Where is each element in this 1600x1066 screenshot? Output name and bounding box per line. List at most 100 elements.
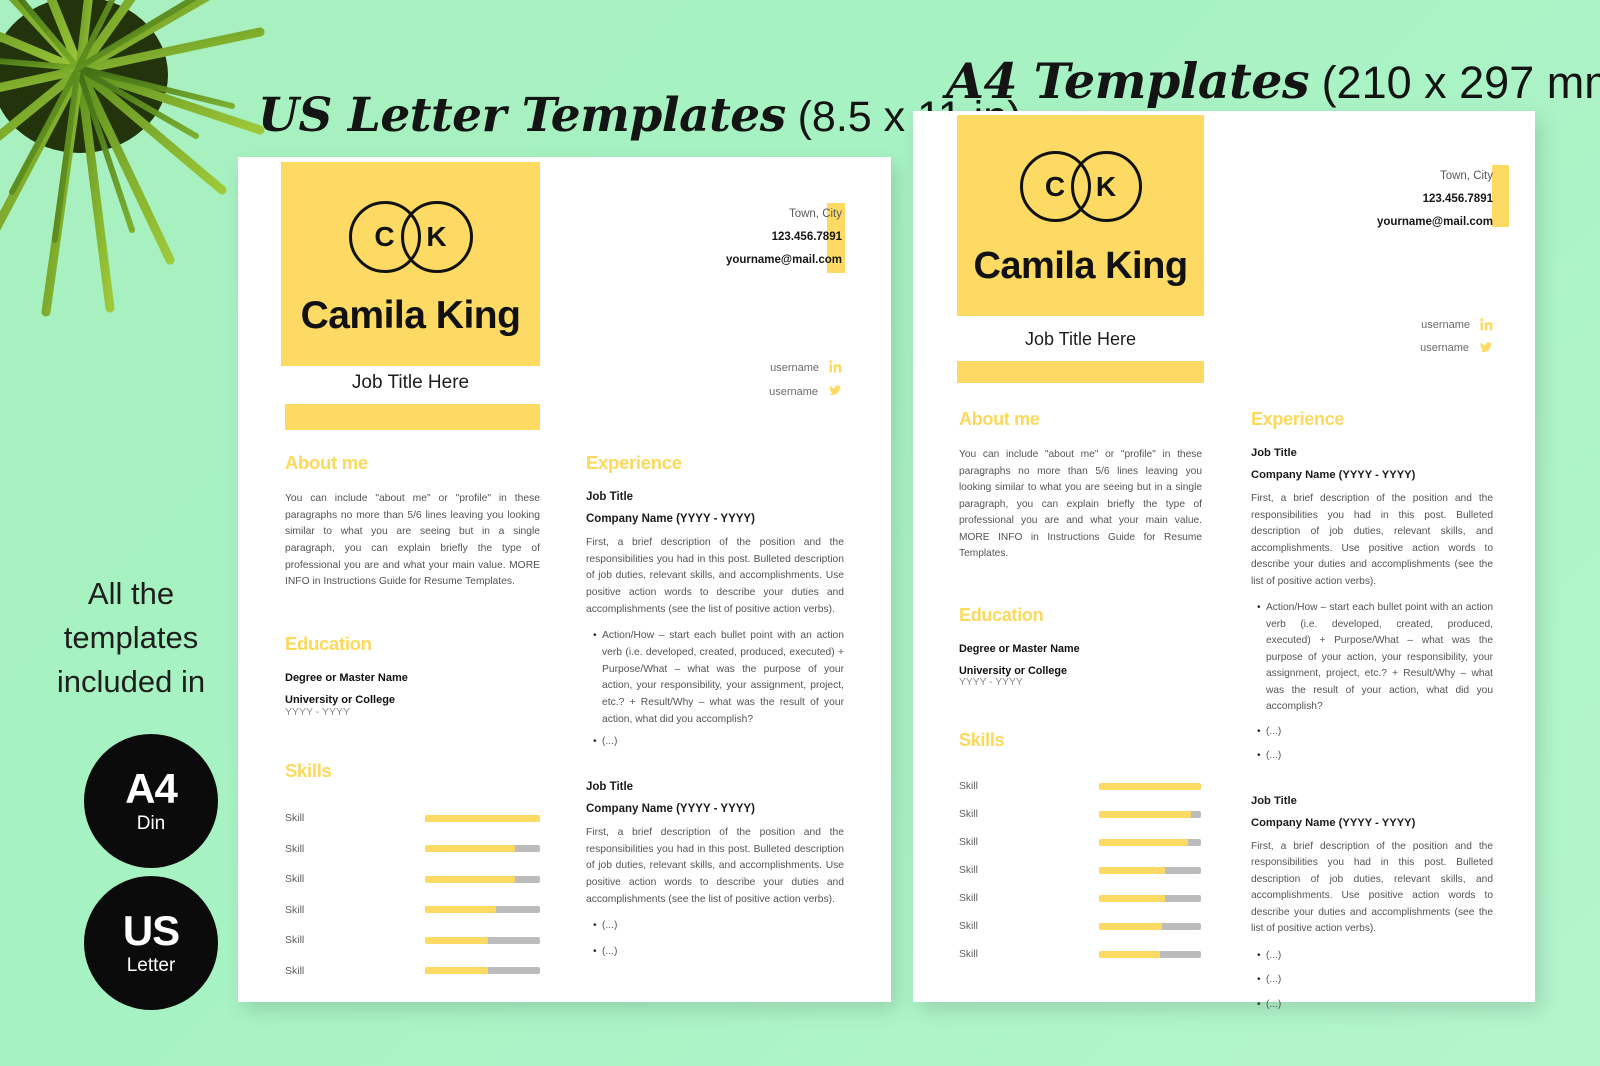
skill-bar-fill — [425, 875, 515, 883]
social-row-linkedin[interactable]: username — [769, 356, 842, 380]
education-degree: Degree or Master Name — [959, 642, 1080, 655]
twitter-icon[interactable] — [828, 384, 842, 400]
skill-bar-track — [1099, 922, 1201, 930]
skill-row: Skill — [285, 934, 540, 946]
contact-phone[interactable]: 123.456.7891 — [726, 226, 842, 249]
education-years: YYYY - YYYY — [285, 706, 350, 719]
accent-bar — [957, 361, 1204, 383]
skill-bar-fill — [1099, 950, 1161, 958]
a4-resume-page: C K Camila King Job Title Here Town, Cit… — [913, 111, 1535, 1013]
experience-2-bullet-3: (...) — [1257, 997, 1493, 1014]
skill-label: Skill — [959, 780, 978, 792]
contact-phone[interactable]: 123.456.7891 — [1377, 188, 1493, 211]
skill-bar-fill — [1099, 810, 1191, 818]
skill-bar-fill — [425, 967, 489, 975]
skill-label: Skill — [959, 948, 978, 960]
experience-1-bullet-1: Action/How – start each bullet point wit… — [1257, 600, 1493, 716]
resume-job-title: Job Title Here — [1024, 329, 1137, 349]
badge-a4-title: A4 — [125, 764, 178, 812]
skill-bar-track — [425, 875, 540, 883]
section-title-experience: Experience — [586, 452, 682, 473]
format-badges: A4 Din US Letter — [84, 734, 218, 1018]
education-years: YYYY - YYYY — [959, 676, 1023, 688]
section-title-education: Education — [959, 604, 1044, 625]
skill-label: Skill — [285, 964, 305, 977]
skill-bar-fill — [425, 936, 489, 944]
skill-bar-track — [1099, 894, 1201, 902]
social-row-twitter[interactable]: username — [1420, 337, 1493, 360]
a4-heading: A4 Templates (210 x 297 mm) — [946, 52, 1600, 110]
experience-1-bullets: Action/How – start each bullet point wit… — [1257, 600, 1493, 765]
resume-name: Camila King — [300, 294, 521, 337]
twitter-icon[interactable] — [1479, 341, 1493, 357]
experience-2-bullet-2: (...) — [1257, 972, 1493, 989]
skill-label: Skill — [959, 864, 978, 876]
linkedin-icon[interactable] — [829, 360, 842, 376]
contact-location: Town, City — [788, 208, 842, 220]
skill-row: Skill — [959, 837, 1202, 848]
skill-bar-track — [425, 845, 540, 853]
us-left-column: About me You can include "about me" or "… — [285, 452, 540, 995]
experience-1-bullet-3: (...) — [1257, 748, 1493, 765]
skill-label: Skill — [285, 903, 305, 916]
a4-right-column: Experience Job Title Company Name (YYYY … — [1251, 409, 1493, 1013]
skill-bar-track — [1099, 950, 1201, 958]
social-links: username username — [769, 356, 842, 404]
badge-a4-subtitle: Din — [136, 812, 166, 834]
badge-a4: A4 Din — [84, 734, 218, 868]
experience-2-bullets: (...) (...) — [593, 918, 844, 961]
linkedin-icon[interactable] — [1480, 317, 1493, 334]
skill-row: Skill — [285, 812, 540, 824]
experience-2-company: Company Name (YYYY - YYYY) — [586, 803, 755, 816]
experience-2-bullet-2: (...) — [593, 944, 844, 961]
social-row-linkedin[interactable]: username — [1420, 314, 1493, 337]
social-row-twitter[interactable]: username — [769, 380, 842, 404]
monogram-logo: C K — [957, 151, 1204, 222]
skill-label: Skill — [285, 842, 305, 855]
contact-email[interactable]: yourname@mail.com — [726, 249, 842, 272]
linkedin-username: username — [770, 362, 819, 374]
contact-email[interactable]: yourname@mail.com — [1377, 211, 1493, 234]
social-links: username username — [1420, 314, 1493, 360]
skill-bar-fill — [1099, 782, 1201, 790]
experience-1-job-title: Job Title — [1251, 447, 1297, 459]
a4-heading-dims: (210 x 297 mm) — [1321, 57, 1600, 108]
us-right-column: Experience Job Title Company Name (YYYY … — [586, 452, 844, 961]
skill-row: Skill — [285, 904, 540, 916]
experience-2-bullet-1: (...) — [593, 918, 844, 935]
experience-1-bullet-2: (...) — [1257, 724, 1493, 741]
skill-row: Skill — [285, 873, 540, 885]
contact-location: Town, City — [1439, 170, 1493, 182]
monogram-letter-k: K — [1070, 151, 1142, 222]
experience-1-description: First, a brief description of the positi… — [586, 537, 844, 615]
skill-row: Skill — [959, 949, 1202, 960]
badge-us-title: US — [122, 906, 180, 954]
skill-bar-track — [425, 967, 540, 975]
skill-label: Skill — [959, 920, 978, 932]
skill-bar-track — [1099, 810, 1201, 818]
us-skills-list: Skill Skill Skill Skill Skill Skill — [285, 812, 540, 977]
resume-name: Camila King — [973, 245, 1188, 287]
experience-2-job-title: Job Title — [586, 781, 634, 794]
experience-1-bullets: Action/How – start each bullet point wit… — [593, 628, 844, 751]
skill-row: Skill — [959, 865, 1202, 876]
education-school: University or College — [959, 664, 1068, 677]
contact-accent-tab — [1492, 165, 1509, 227]
section-title-skills: Skills — [959, 729, 1005, 750]
skill-bar-track — [425, 936, 540, 944]
skill-bar-track — [1099, 838, 1201, 846]
us-letter-heading-script: US Letter Templates — [258, 88, 786, 143]
experience-1-company: Company Name (YYYY - YYYY) — [586, 513, 755, 525]
experience-2-bullet-1: (...) — [1257, 948, 1493, 965]
skill-bar-fill — [1099, 838, 1188, 846]
skill-bar-fill — [1099, 866, 1166, 874]
us-letter-resume-page: C K Camila King Job Title Here Town, Cit… — [238, 157, 891, 1002]
skill-label: Skill — [285, 873, 305, 886]
skill-row: Skill — [959, 809, 1202, 820]
a4-heading-script: A4 Templates — [946, 52, 1310, 110]
skill-label: Skill — [959, 892, 978, 904]
experience-2-company: Company Name (YYYY - YYYY) — [1251, 816, 1416, 829]
experience-1-company: Company Name (YYYY - YYYY) — [1251, 469, 1416, 481]
experience-2-description: First, a brief description of the positi… — [1251, 840, 1493, 935]
skill-bar-fill — [425, 906, 497, 914]
